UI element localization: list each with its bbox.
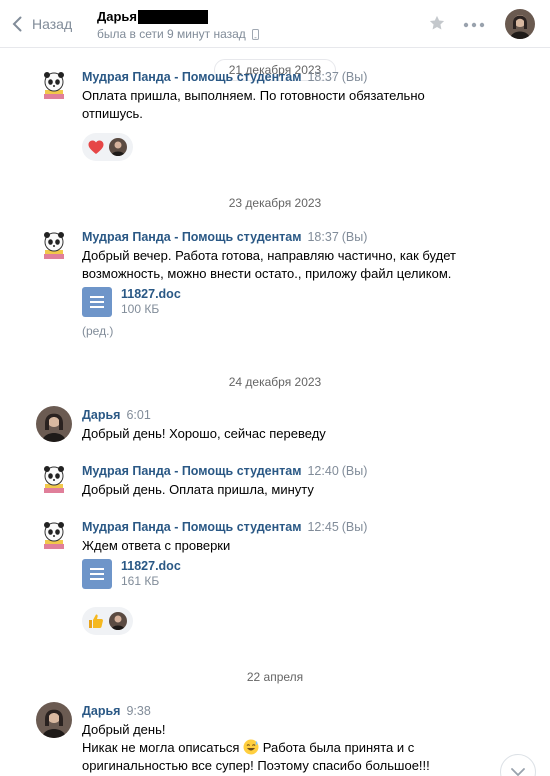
author-name[interactable]: Мудрая Панда - Помощь студентам [82,520,301,534]
message-time[interactable]: 6:01 [126,408,150,422]
message-header: Мудрая Панда - Помощь студентам 18:37 (Вы) [82,230,367,244]
peer-name-text: Дарья [97,9,138,24]
more-dots-icon [463,22,485,28]
document-size: 161 КБ [121,574,160,588]
message: Мудрая Панда - Помощь студентам 12:40 (Вы)… [0,462,550,502]
message-text: Ждем ответа с проверки [82,538,231,553]
peer-status: была в сети 9 минут назад [97,27,259,41]
message-time[interactable]: 18:37 [307,70,338,84]
peer-avatar[interactable] [505,9,535,39]
author-name[interactable]: Мудрая Панда - Помощь студентам [82,230,301,244]
message: Мудрая Панда - Помощь студентам 18:37 (Вы)… [0,68,550,168]
chevron-down-icon [511,768,525,776]
heart-icon [88,140,104,154]
message-time[interactable]: 9:38 [126,704,150,718]
message-text: Оплата пришла, выполняем. По готовности … [82,88,425,121]
message-line: Добрый день! [82,722,166,737]
author-name[interactable]: Дарья [82,704,120,718]
redaction-bar [138,9,209,24]
reaction-thumbs-up[interactable] [82,607,133,635]
panda-avatar[interactable] [36,462,72,498]
author-name[interactable]: Мудрая Панда - Помощь студентам [82,70,301,84]
reaction-heart[interactable] [82,133,133,161]
you-marker: (Вы) [341,464,368,478]
document-icon [82,559,112,589]
message-fragment: Никак не могла описаться [82,740,240,755]
mobile-icon [251,28,259,40]
darya-avatar[interactable] [36,406,72,442]
thumbs-up-icon [89,614,103,628]
document-attachment[interactable]: 11827.doc 100 КБ [82,287,181,317]
message: Мудрая Панда - Помощь студентам 18:37 (Вы)… [0,228,550,348]
reactor-avatar [109,138,127,156]
panda-avatar[interactable] [36,68,72,104]
message-time[interactable]: 12:45 [307,520,338,534]
more-button[interactable] [463,16,485,31]
date-separator: 22 апреля [0,670,550,684]
message-text: Добрый день. Оплата пришла, минуту [82,482,314,497]
message-text: Добрый день! Хорошо, сейчас переведу [82,426,326,441]
chevron-left-icon [12,16,22,32]
author-name[interactable]: Мудрая Панда - Помощь студентам [82,464,301,478]
document-attachment[interactable]: 11827.doc 161 КБ [82,559,181,589]
message: Дарья 6:01 Добрый день! Хорошо, сейчас пе… [0,406,550,446]
date-separator: 24 декабря 2023 [0,375,550,389]
message-header: Мудрая Панда - Помощь студентам 12:40 (Вы) [82,464,367,478]
sweat-smile-emoji-icon [243,739,259,755]
author-name[interactable]: Дарья [82,408,120,422]
date-separator: 23 декабря 2023 [0,196,550,210]
star-button[interactable] [428,14,446,35]
message-header: Дарья 9:38 [82,704,151,718]
you-marker: (Вы) [341,520,368,534]
document-size: 100 КБ [121,302,160,316]
panda-avatar[interactable] [36,228,72,264]
you-marker: (Вы) [341,230,368,244]
document-icon [82,287,112,317]
back-button[interactable]: Назад [12,14,72,34]
reactor-avatar [109,612,127,630]
peer-name[interactable]: Дарья [97,9,209,24]
you-marker: (Вы) [341,70,368,84]
message-header: Мудрая Панда - Помощь студентам 18:37 (Вы) [82,70,367,84]
message-line: Никак не могла описаться Работа была при… [82,739,482,775]
darya-avatar[interactable] [36,702,72,738]
date-label: 22 апреля [246,670,304,684]
date-label: 24 декабря 2023 [228,375,322,389]
star-icon [429,15,445,30]
date-label: 23 декабря 2023 [228,196,322,210]
peer-status-text: была в сети 9 минут назад [97,27,246,41]
document-name[interactable]: 11827.doc [121,287,181,302]
back-label: Назад [32,16,73,32]
chat-header: Назад Дарья была в сети 9 минут назад [0,0,550,48]
message-time[interactable]: 18:37 [307,230,338,244]
edited-marker: (ред.) [82,324,114,338]
message-header: Дарья 6:01 [82,408,151,422]
message-time[interactable]: 12:40 [307,464,338,478]
message-header: Мудрая Панда - Помощь студентам 12:45 (Вы) [82,520,367,534]
document-name[interactable]: 11827.doc [121,559,181,574]
panda-avatar[interactable] [36,518,72,554]
message: Мудрая Панда - Помощь студентам 12:45 (Вы)… [0,518,550,638]
message-text: Добрый день! Никак не могла описаться Ра… [82,721,482,775]
message-text: Добрый вечер. Работа готова, направляю ч… [82,248,456,281]
message: Дарья 9:38 Добрый день! Никак не могла оп… [0,702,550,776]
